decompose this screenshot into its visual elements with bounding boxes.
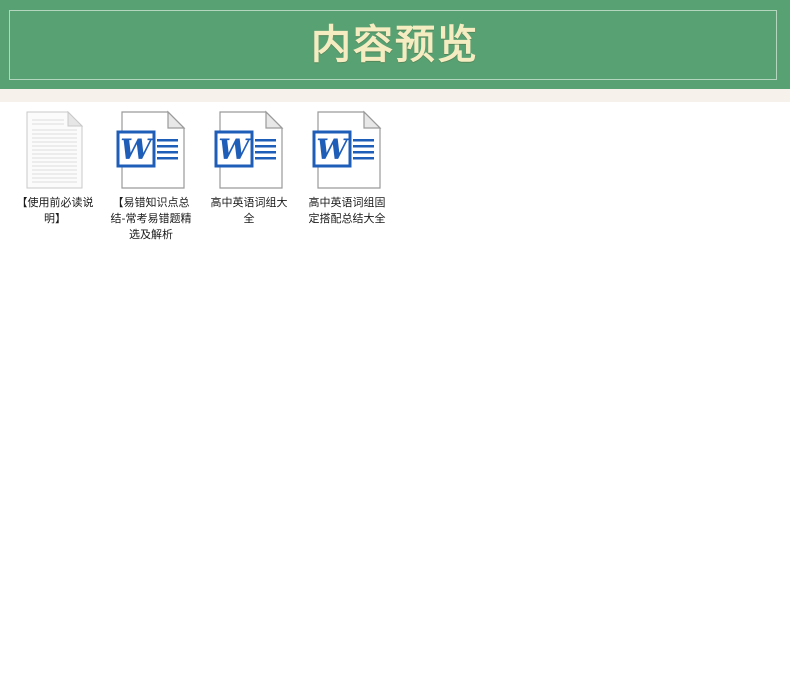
word-document-icon: W [108,110,194,192]
svg-text:W: W [218,133,252,166]
file-label: 【使用前必读说明】 [16,196,94,225]
preview-banner: 内容预览 [0,0,790,89]
word-document-icon: W [206,110,292,192]
text-document-icon [12,110,98,192]
svg-text:W: W [316,133,350,166]
word-document-icon: W [304,110,390,192]
banner-title: 内容预览 [311,21,479,68]
file-label: 【易错知识点总结-常考易错题精选及解析 [110,196,192,241]
svg-text:W: W [120,133,154,166]
file-label: 高中英语词组固定搭配总结大全 [308,196,386,225]
divider-strip [0,89,790,102]
file-grid: 【使用前必读说明】 W 【易错知识点总结-常考易错题精选及解析 W 高中英语词组… [10,110,790,250]
file-label: 高中英语词组大全 [210,196,288,225]
